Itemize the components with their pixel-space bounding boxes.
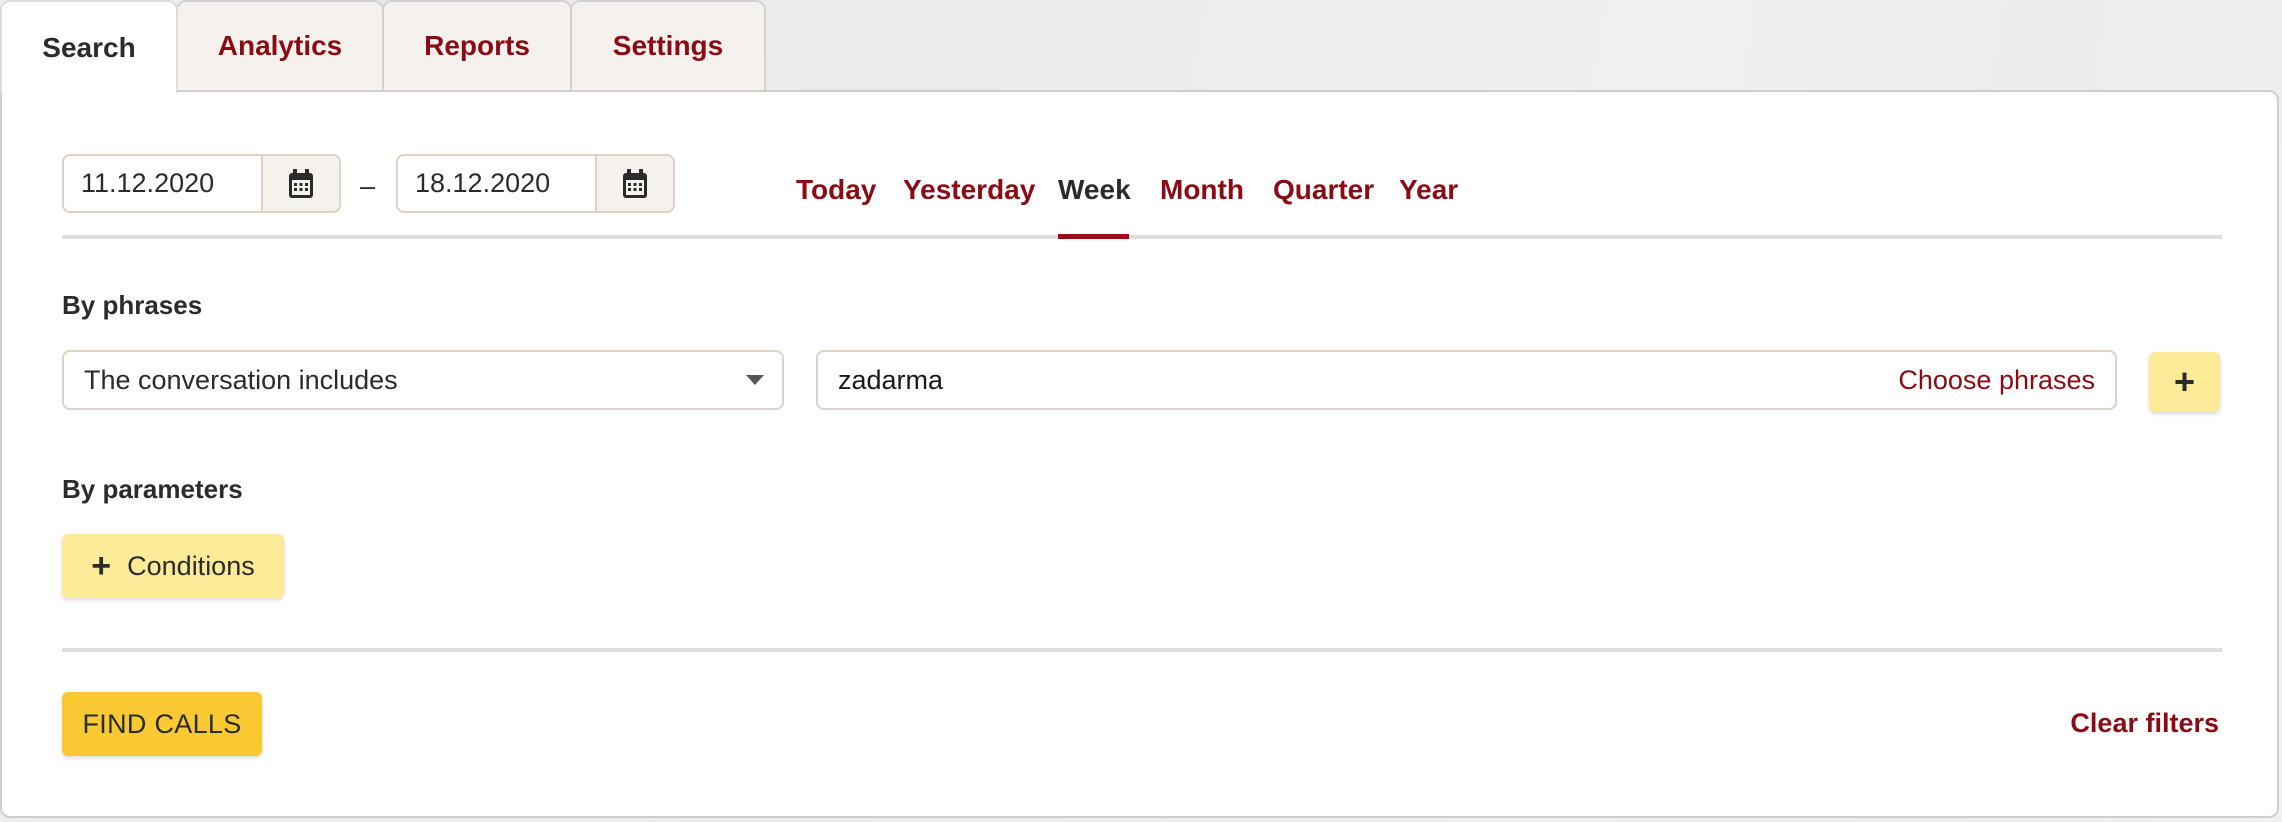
period-yesterday[interactable]: Yesterday bbox=[903, 174, 1035, 206]
date-from-input[interactable]: 11.12.2020 bbox=[64, 156, 263, 211]
clear-filters-link[interactable]: Clear filters bbox=[2070, 708, 2219, 739]
date-from-field[interactable]: 11.12.2020 bbox=[62, 154, 341, 213]
find-calls-button[interactable]: FIND CALLS bbox=[62, 692, 262, 756]
section-divider bbox=[62, 648, 2222, 652]
by-phrases-heading: By phrases bbox=[62, 290, 203, 320]
chevron-down-icon bbox=[746, 375, 764, 385]
add-conditions-button[interactable]: + Conditions bbox=[62, 534, 284, 598]
plus-icon: + bbox=[2173, 361, 2196, 402]
by-parameters-heading: By parameters bbox=[62, 474, 243, 504]
period-divider bbox=[62, 235, 2222, 239]
date-to-input[interactable]: 18.12.2020 bbox=[398, 156, 597, 211]
period-today[interactable]: Today bbox=[796, 174, 876, 206]
tab-label: Search bbox=[42, 31, 136, 63]
phrase-condition-value: The conversation includes bbox=[84, 365, 398, 395]
plus-icon: + bbox=[91, 547, 112, 585]
calendar-icon bbox=[623, 168, 647, 198]
tab-label: Reports bbox=[424, 30, 530, 61]
period-quarter[interactable]: Quarter bbox=[1273, 174, 1374, 206]
tab-label: Analytics bbox=[217, 30, 343, 61]
calendar-icon bbox=[289, 168, 313, 198]
period-month[interactable]: Month bbox=[1160, 174, 1244, 206]
period-year[interactable]: Year bbox=[1399, 174, 1458, 206]
date-to-field[interactable]: 18.12.2020 bbox=[396, 154, 675, 213]
period-week[interactable]: Week bbox=[1058, 174, 1131, 206]
choose-phrases-link[interactable]: Choose phrases bbox=[1898, 352, 2095, 408]
tab-reports[interactable]: Reports bbox=[382, 0, 572, 90]
date-to-calendar-button[interactable] bbox=[597, 156, 673, 211]
add-phrase-button[interactable]: + bbox=[2149, 352, 2220, 412]
date-from-calendar-button[interactable] bbox=[263, 156, 339, 211]
tab-search[interactable]: Search bbox=[0, 0, 178, 93]
phrase-input-value: zadarma bbox=[838, 365, 944, 395]
phrase-condition-select[interactable]: The conversation includes bbox=[62, 350, 784, 410]
conditions-label: Conditions bbox=[127, 550, 255, 581]
date-range-separator: – bbox=[360, 171, 376, 201]
tab-settings[interactable]: Settings bbox=[570, 0, 766, 90]
phrase-input[interactable]: zadarma Choose phrases bbox=[816, 350, 2117, 410]
tab-label: Settings bbox=[612, 30, 724, 61]
search-panel: 11.12.2020 – 18.12.2020 Today Yesterday … bbox=[0, 90, 2279, 818]
active-period-indicator bbox=[1058, 234, 1129, 239]
tab-analytics[interactable]: Analytics bbox=[176, 0, 384, 90]
